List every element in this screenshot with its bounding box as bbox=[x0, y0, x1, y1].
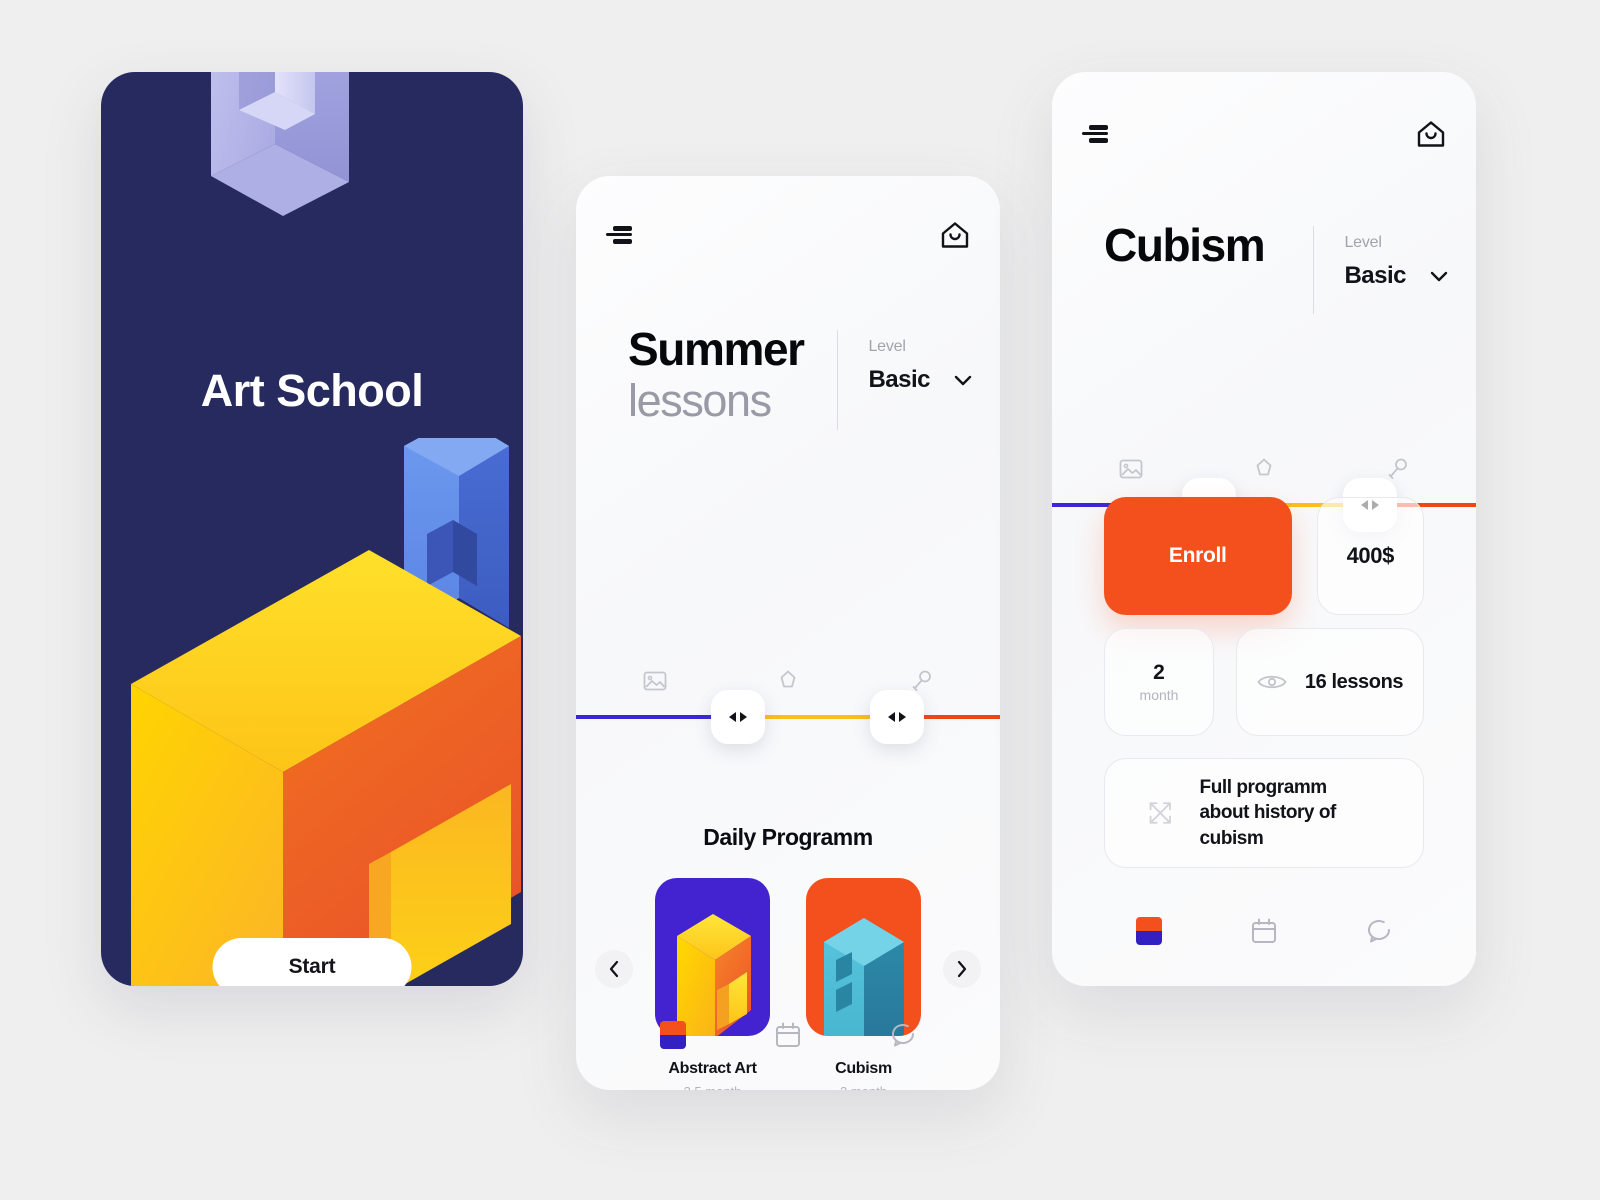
page-subtitle: lessons bbox=[628, 375, 772, 426]
chevron-down-icon[interactable] bbox=[954, 375, 972, 386]
logo-mark-icon bbox=[1136, 917, 1163, 945]
nav-item-calendar[interactable] bbox=[768, 1015, 808, 1055]
enroll-button[interactable]: Enroll bbox=[1104, 497, 1292, 615]
duration-unit: month bbox=[1139, 687, 1179, 703]
course-title-group: Cubism bbox=[1104, 222, 1313, 268]
left-right-arrows-icon bbox=[888, 712, 906, 722]
nav-item-calendar[interactable] bbox=[1244, 911, 1284, 951]
brush-icon[interactable] bbox=[1384, 456, 1410, 482]
chevron-left-icon bbox=[609, 960, 619, 978]
lessons-header: Summer lessons Level Basic bbox=[576, 326, 1000, 430]
app-title: Art School bbox=[200, 365, 424, 416]
screens-stage: Art School Start Summer lessons Level Ba… bbox=[0, 0, 1600, 1200]
level-selector[interactable]: Level Basic bbox=[838, 326, 972, 394]
lessons-card[interactable]: 16 lessons bbox=[1236, 628, 1424, 736]
chevron-down-icon[interactable] bbox=[1430, 271, 1448, 282]
strip-icon-row bbox=[1052, 456, 1476, 482]
course-stats-row: 2 month 16 lessons bbox=[1104, 628, 1424, 736]
page-title: Cubism bbox=[1104, 219, 1266, 271]
course-header: Cubism Level Basic bbox=[1052, 222, 1476, 314]
chat-bubble-icon bbox=[1367, 920, 1390, 943]
full-program-line-2: about history of cubism bbox=[1199, 802, 1337, 849]
level-selector[interactable]: Level Basic bbox=[1314, 222, 1448, 290]
home-icon[interactable] bbox=[1416, 120, 1446, 148]
lessons-topbar bbox=[576, 176, 1000, 294]
slider-knob-1[interactable] bbox=[711, 690, 765, 744]
expand-arrows-icon bbox=[1149, 802, 1171, 824]
home-icon[interactable] bbox=[940, 221, 970, 249]
price-badge[interactable]: 400$ bbox=[1316, 497, 1424, 615]
nav-item-chat[interactable] bbox=[1359, 911, 1399, 951]
hamburger-icon[interactable] bbox=[606, 226, 632, 244]
full-program-text-block: Full programm about history of cubism bbox=[1200, 775, 1381, 850]
splash-screen: Art School Start bbox=[101, 72, 523, 986]
chat-bubble-icon bbox=[891, 1024, 914, 1047]
page-title: Summer bbox=[628, 323, 805, 375]
enroll-row: Enroll 400$ bbox=[1104, 497, 1424, 615]
duration-card[interactable]: 2 month bbox=[1104, 628, 1214, 736]
strip-icon-row bbox=[576, 668, 1000, 694]
left-right-arrows-icon bbox=[729, 712, 747, 722]
course-screen: Cubism Level Basic Enroll 400$ 2 month 1… bbox=[1052, 72, 1476, 986]
lessons-count: 16 lessons bbox=[1304, 670, 1404, 693]
nav-item-home[interactable] bbox=[653, 1015, 693, 1055]
iso-shape-violet bbox=[211, 72, 421, 334]
progress-track[interactable] bbox=[576, 715, 1000, 719]
bottom-navigation bbox=[576, 980, 1000, 1090]
full-program-line-1: Full programm bbox=[1199, 777, 1328, 799]
level-value: Basic bbox=[868, 366, 930, 393]
full-program-card[interactable]: Full programm about history of cubism bbox=[1104, 758, 1424, 868]
lessons-slider-strip bbox=[576, 646, 1000, 756]
slider-knob-2[interactable] bbox=[870, 690, 924, 744]
image-icon[interactable] bbox=[1118, 456, 1144, 482]
level-value-row[interactable]: Basic bbox=[868, 366, 972, 394]
bottom-navigation bbox=[1052, 876, 1476, 986]
nav-item-home[interactable] bbox=[1129, 911, 1169, 951]
splash-illustration bbox=[101, 72, 523, 986]
star-icon[interactable] bbox=[775, 668, 801, 694]
lessons-title-group: Summer lessons bbox=[628, 326, 837, 426]
level-label: Level bbox=[868, 338, 906, 355]
image-icon[interactable] bbox=[642, 668, 668, 694]
iso-shape-yellow bbox=[101, 472, 523, 986]
chevron-right-icon bbox=[957, 960, 967, 978]
logo-mark-icon bbox=[660, 1021, 687, 1049]
level-value-row[interactable]: Basic bbox=[1344, 262, 1448, 290]
nav-item-chat[interactable] bbox=[883, 1015, 923, 1055]
calendar-icon bbox=[775, 1022, 800, 1047]
duration-number: 2 bbox=[1153, 661, 1165, 684]
lessons-screen: Summer lessons Level Basic Daily Program… bbox=[576, 176, 1000, 1090]
start-button[interactable]: Start bbox=[212, 938, 412, 986]
eye-icon bbox=[1257, 675, 1287, 689]
star-icon[interactable] bbox=[1251, 456, 1277, 482]
calendar-icon bbox=[1251, 918, 1276, 943]
level-value: Basic bbox=[1344, 262, 1406, 289]
course-topbar bbox=[1052, 72, 1476, 196]
hamburger-icon[interactable] bbox=[1082, 125, 1108, 143]
level-label: Level bbox=[1344, 234, 1382, 251]
section-title: Daily Programm bbox=[703, 824, 873, 850]
